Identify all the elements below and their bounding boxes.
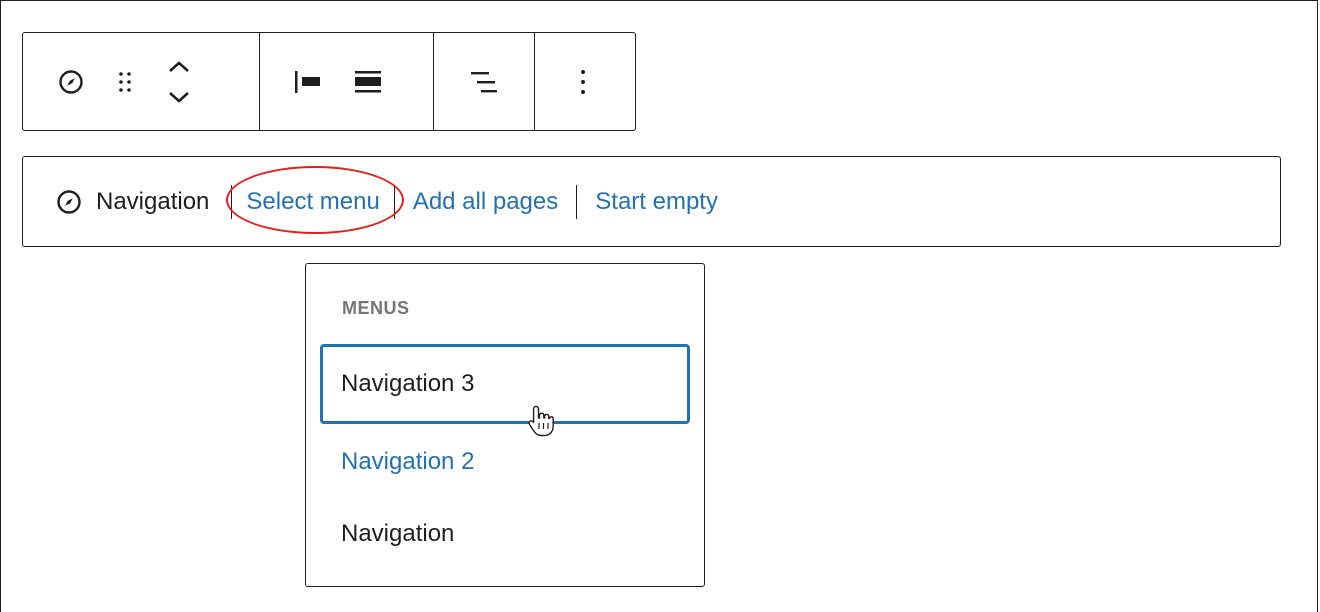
placeholder-title: Navigation <box>96 187 210 215</box>
block-toolbar <box>22 32 636 131</box>
add-all-pages-button[interactable]: Add all pages <box>413 188 558 216</box>
block-type-button[interactable] <box>47 58 95 106</box>
divider <box>576 184 578 219</box>
select-menu-button[interactable]: Select menu <box>226 165 405 234</box>
divider <box>231 184 233 219</box>
toolbar-group-orientation <box>433 33 534 130</box>
select-menu-label: Select menu <box>246 187 380 215</box>
dropdown-heading: MENUS <box>342 298 410 318</box>
menu-item[interactable]: Navigation <box>320 494 690 574</box>
menu-item[interactable]: Navigation 2 <box>320 422 690 502</box>
justify-right-icon <box>471 71 497 92</box>
hand-pointer-icon <box>528 405 554 437</box>
toolbar-group-options <box>534 33 635 130</box>
drag-handle-button[interactable] <box>101 58 149 106</box>
justify-left-button[interactable] <box>284 58 332 106</box>
navigation-placeholder: Navigation Select menu Add all pages Sta… <box>22 156 1281 247</box>
more-options-icon <box>581 69 585 94</box>
placeholder-label: Navigation <box>56 188 209 216</box>
start-empty-button[interactable]: Start empty <box>595 188 718 216</box>
justify-left-icon <box>295 70 320 93</box>
compass-icon <box>56 189 82 215</box>
toolbar-group-block <box>23 33 259 130</box>
justify-center-button[interactable] <box>344 58 392 106</box>
move-up-down-button[interactable] <box>155 58 203 106</box>
toolbar-group-justify <box>259 33 433 130</box>
more-options-button[interactable] <box>559 58 607 106</box>
drag-handle-icon <box>119 71 131 92</box>
divider <box>393 184 395 219</box>
move-up-down-icon <box>169 60 189 103</box>
justify-center-icon <box>355 70 381 92</box>
compass-icon <box>59 69 83 94</box>
justify-right-button[interactable] <box>460 58 508 106</box>
menu-item[interactable]: Navigation 3 <box>320 344 690 424</box>
menus-dropdown: MENUS Navigation 3 Navigation 2 Navigati… <box>305 263 705 587</box>
